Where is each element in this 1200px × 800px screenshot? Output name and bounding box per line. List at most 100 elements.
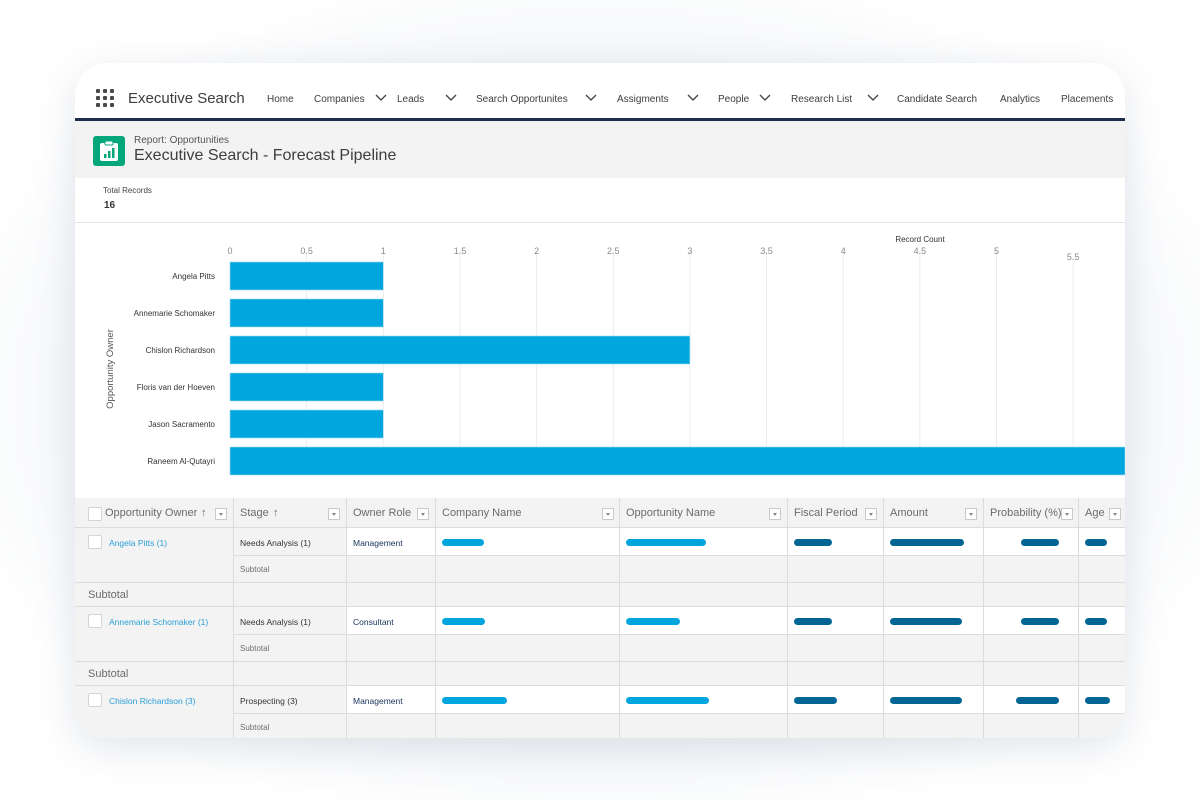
- subtotal-cell: [884, 714, 984, 738]
- chevron-down-icon[interactable]: [687, 93, 699, 103]
- owner-link[interactable]: Angela Pitts (1): [109, 538, 167, 548]
- redacted-value: [890, 618, 962, 625]
- row-checkbox[interactable]: [88, 693, 102, 707]
- subtotal-label: Subtotal: [240, 565, 270, 574]
- subtotal-cell: [436, 556, 620, 583]
- nav-item-analytics[interactable]: Analytics: [1000, 94, 1040, 105]
- data-cell: [1079, 607, 1125, 635]
- column-header[interactable]: Opportunity Name: [620, 498, 788, 528]
- owner-role-link[interactable]: Management: [353, 538, 403, 548]
- row-checkbox[interactable]: [88, 614, 102, 628]
- redacted-link[interactable]: [626, 539, 706, 546]
- nav-item-home[interactable]: Home: [267, 94, 294, 105]
- subtotal-cell: [347, 635, 436, 662]
- subtotal-cell: [234, 662, 347, 686]
- subtotal-cell: [884, 662, 984, 686]
- column-header[interactable]: Probability (%): [984, 498, 1079, 528]
- column-header[interactable]: Age: [1079, 498, 1125, 528]
- owner-link[interactable]: Chislon Richardson (3): [109, 696, 195, 706]
- data-cell: [620, 528, 788, 556]
- column-menu-button[interactable]: [865, 508, 877, 520]
- nav-item-assignments[interactable]: Assigments: [617, 94, 669, 105]
- column-header-label: Fiscal Period: [794, 507, 858, 519]
- total-records-value: 16: [104, 200, 116, 211]
- group-subtotal-label: Subtotal: [88, 668, 129, 680]
- row-checkbox[interactable]: [88, 535, 102, 549]
- owner-role-link[interactable]: Management: [353, 696, 403, 706]
- subtotal-cell: [884, 556, 984, 583]
- chevron-down-icon[interactable]: [585, 93, 597, 103]
- x-tick-label: 5.5: [1067, 252, 1080, 262]
- column-menu-button[interactable]: [1061, 508, 1073, 520]
- group-subtotal-row: Subtotal: [75, 662, 234, 686]
- owner-group-cell: Angela Pitts (1): [75, 528, 234, 583]
- column-header-label: Company Name: [442, 507, 522, 519]
- column-header[interactable]: Opportunity Owner ↑: [75, 498, 234, 528]
- data-cell: Consultant: [347, 607, 436, 635]
- bar[interactable]: [229, 372, 384, 402]
- redacted-value: [890, 539, 964, 546]
- nav-item-candidate-search[interactable]: Candidate Search: [897, 94, 977, 105]
- column-menu-button[interactable]: [215, 508, 227, 520]
- subtotal-cell: [984, 556, 1079, 583]
- subtotal-cell: [347, 556, 436, 583]
- nav-item-search-opportunities[interactable]: Search Opportunites: [476, 94, 568, 105]
- column-menu-button[interactable]: [417, 508, 429, 520]
- nav-item-placements[interactable]: Placements: [1061, 94, 1113, 105]
- column-header[interactable]: Stage ↑: [234, 498, 347, 528]
- column-menu-button[interactable]: [769, 508, 781, 520]
- chevron-down-icon[interactable]: [445, 93, 457, 103]
- report-chart-icon: [93, 136, 125, 166]
- redacted-link[interactable]: [442, 618, 485, 625]
- column-menu-button[interactable]: [602, 508, 614, 520]
- redacted-link[interactable]: [626, 618, 680, 625]
- redacted-link[interactable]: [626, 697, 709, 704]
- redacted-value: [794, 539, 832, 546]
- bar[interactable]: [229, 409, 384, 439]
- column-header[interactable]: Fiscal Period: [788, 498, 884, 528]
- nav-item-research-list[interactable]: Research List: [791, 94, 852, 105]
- column-header[interactable]: Owner Role: [347, 498, 436, 528]
- column-menu-button[interactable]: [1109, 508, 1121, 520]
- column-header[interactable]: Amount: [884, 498, 984, 528]
- x-tick-label: 1.5: [454, 246, 467, 256]
- nav-item-leads[interactable]: Leads: [397, 94, 424, 105]
- data-cell: [884, 528, 984, 556]
- nav-item-people[interactable]: People: [718, 94, 749, 105]
- subtotal-cell: [884, 583, 984, 607]
- owner-link[interactable]: Annemarie Schomaker (1): [109, 617, 208, 627]
- subtotal-cell: [788, 662, 884, 686]
- owner-group-cell: Annemarie Schomaker (1): [75, 607, 234, 662]
- chevron-down-icon[interactable]: [867, 93, 879, 103]
- subtotal-cell: [620, 714, 788, 738]
- x-tick-label: 4: [841, 246, 846, 256]
- chevron-down-icon[interactable]: [759, 93, 771, 103]
- select-all-checkbox[interactable]: [88, 507, 102, 521]
- redacted-link[interactable]: [442, 539, 484, 546]
- sort-ascending-icon[interactable]: ↑: [201, 507, 207, 519]
- bar[interactable]: [229, 298, 384, 328]
- chevron-down-icon[interactable]: [375, 93, 387, 103]
- bar[interactable]: [229, 261, 384, 291]
- subtotal-cell: [984, 583, 1079, 607]
- bar[interactable]: [229, 335, 691, 365]
- sort-ascending-icon[interactable]: ↑: [273, 507, 279, 519]
- bar[interactable]: [229, 446, 1125, 476]
- subtotal-cell: [984, 635, 1079, 662]
- nav-item-companies[interactable]: Companies: [314, 94, 365, 105]
- app-launcher-icon[interactable]: [96, 89, 115, 107]
- column-header[interactable]: Company Name: [436, 498, 620, 528]
- data-cell: [984, 528, 1079, 556]
- chart-canvas: 0 0.5 1 1.5 2 2.5 3 3.5 4 4.5 5 5.5 Angela Pitts Ann…: [105, 235, 1125, 476]
- redacted-value: [1085, 539, 1107, 546]
- owner-role-link[interactable]: Consultant: [353, 617, 394, 627]
- column-menu-button[interactable]: [965, 508, 977, 520]
- redacted-link[interactable]: [442, 697, 507, 704]
- subtotal-cell: [884, 635, 984, 662]
- data-cell: [620, 607, 788, 635]
- subtotal-cell: [984, 714, 1079, 738]
- data-cell: Management: [347, 686, 436, 714]
- x-tick-label: 5: [994, 246, 999, 256]
- column-menu-button[interactable]: [328, 508, 340, 520]
- subtotal-cell: [1079, 635, 1125, 662]
